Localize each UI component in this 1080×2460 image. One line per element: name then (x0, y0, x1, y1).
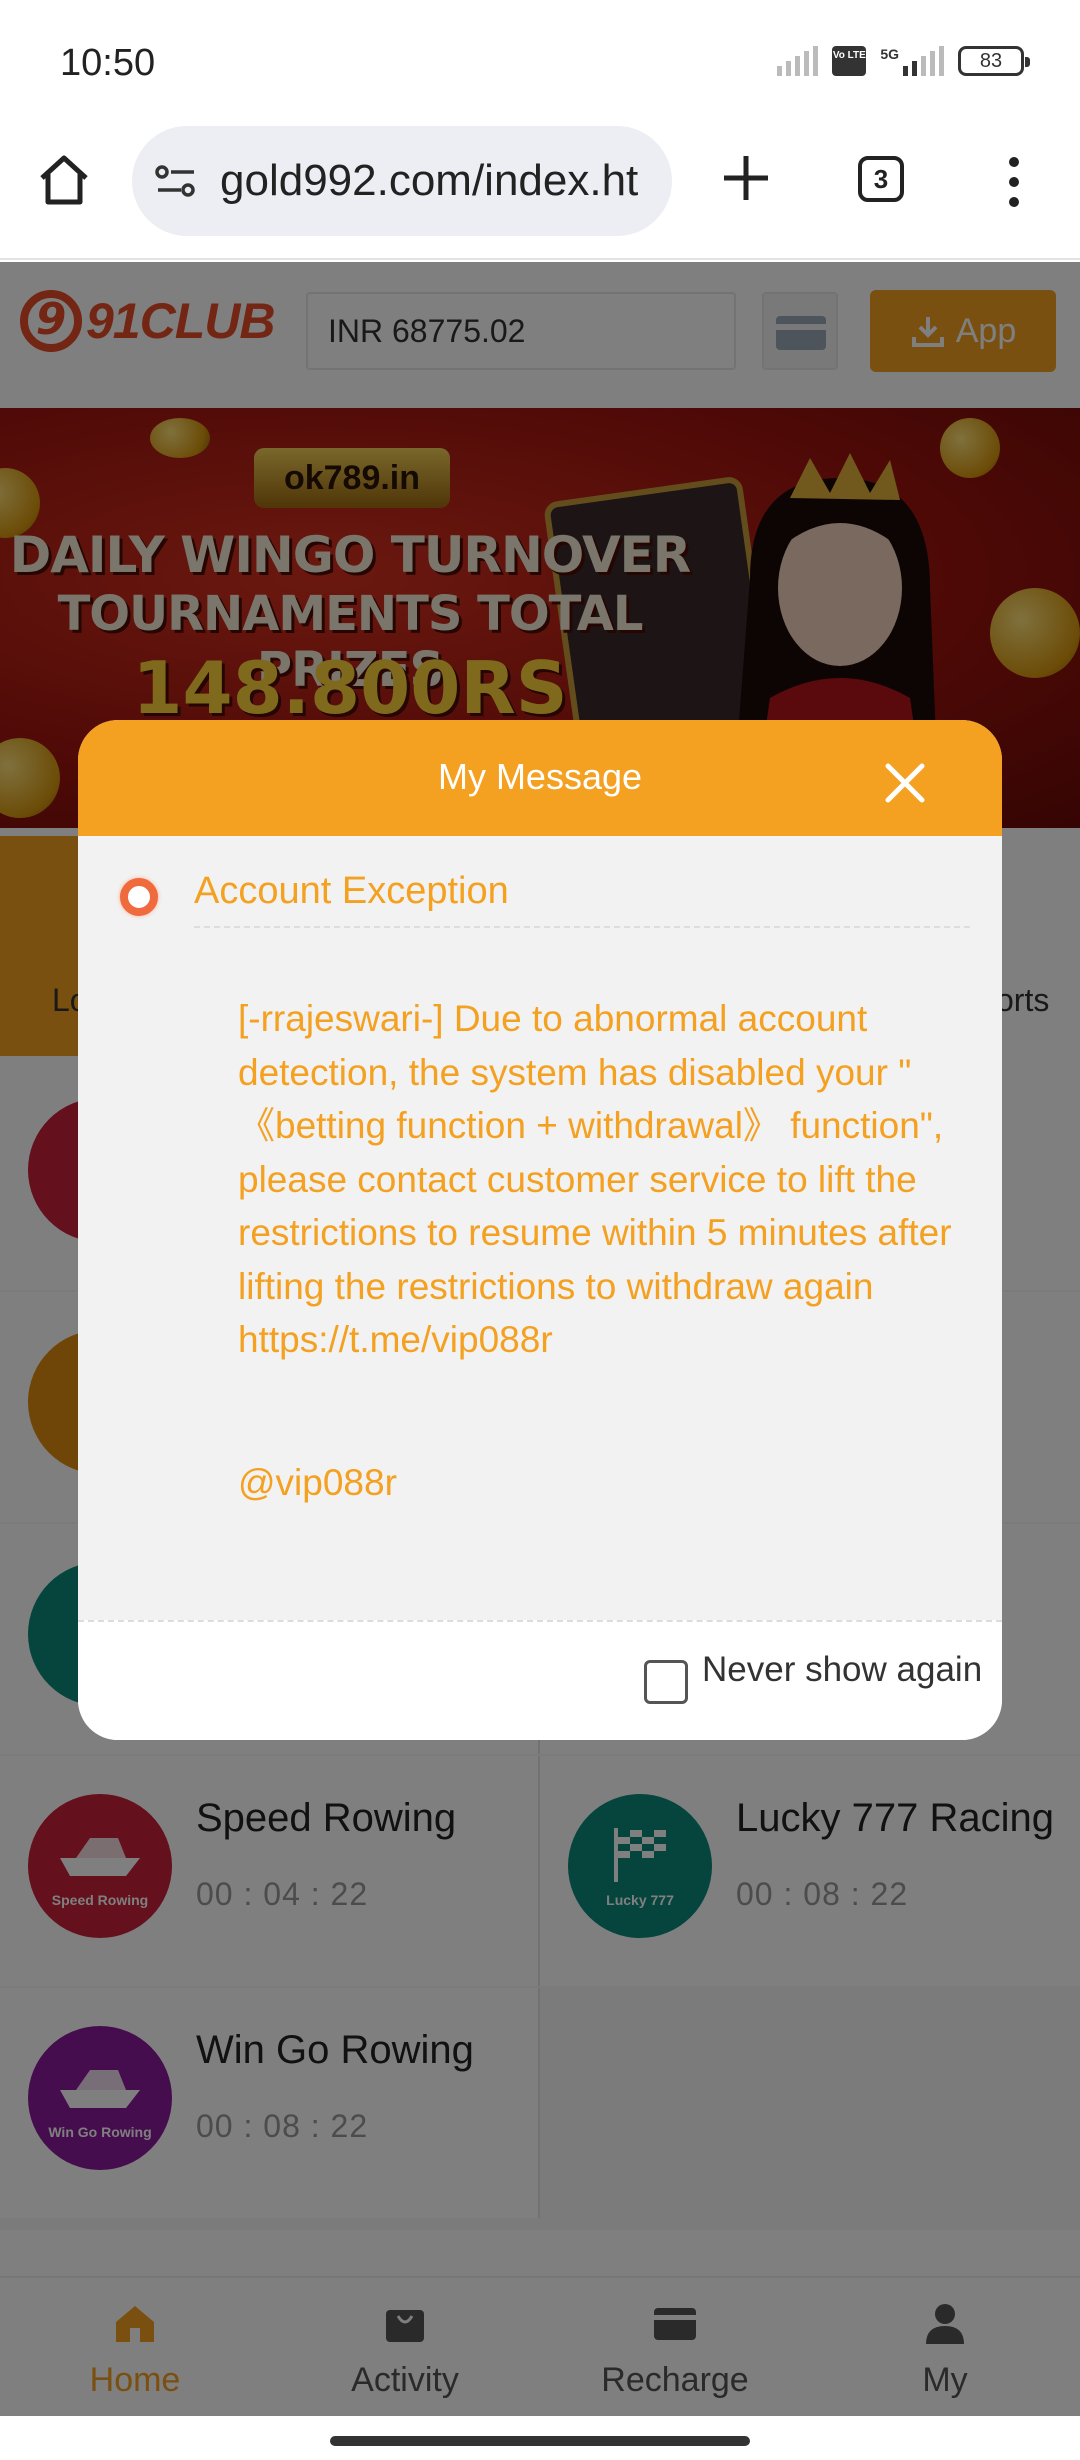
message-handle: @vip088r (238, 1462, 397, 1503)
message-unread-indicator (120, 878, 158, 916)
dialog-title: My Message (437, 756, 643, 797)
more-vert-icon[interactable] (1000, 156, 1028, 208)
never-show-label[interactable]: Never show again (702, 1650, 982, 1690)
site-settings-icon[interactable] (154, 164, 198, 198)
never-show-checkbox[interactable] (644, 1660, 688, 1704)
battery-icon: 83 (958, 46, 1030, 76)
tab-switcher-button[interactable]: 3 (858, 156, 904, 202)
signal-1-icon (777, 46, 819, 76)
status-time: 10:50 (60, 42, 156, 84)
volte-icon: Vo LTE (832, 46, 867, 76)
home-indicator[interactable] (330, 2436, 750, 2446)
address-bar[interactable]: gold992.com/index.ht (132, 126, 672, 236)
new-tab-icon[interactable] (718, 150, 774, 206)
message-body: [-rrajeswari-] Due to abnormal account d… (238, 998, 952, 1360)
network-type: 5G (880, 46, 899, 62)
home-icon[interactable] (34, 150, 94, 210)
message-title[interactable]: Account Exception (194, 870, 970, 928)
message-dialog: My Message Account Exception [-rrajeswar… (78, 720, 1002, 1740)
status-icons: Vo LTE 5G 83 (777, 46, 1030, 76)
close-icon[interactable] (884, 762, 926, 804)
signal-2-icon (903, 46, 944, 76)
dialog-footer: Never show again (78, 1620, 1002, 1740)
status-bar: 10:50 Vo LTE 5G 83 (0, 0, 1080, 120)
url-text: gold992.com/index.ht (220, 156, 639, 205)
dialog-header: My Message (78, 720, 1002, 836)
screen: 10:50 Vo LTE 5G 83 gold992.com/index.ht … (0, 0, 1080, 2460)
browser-toolbar: gold992.com/index.ht 3 (0, 120, 1080, 260)
